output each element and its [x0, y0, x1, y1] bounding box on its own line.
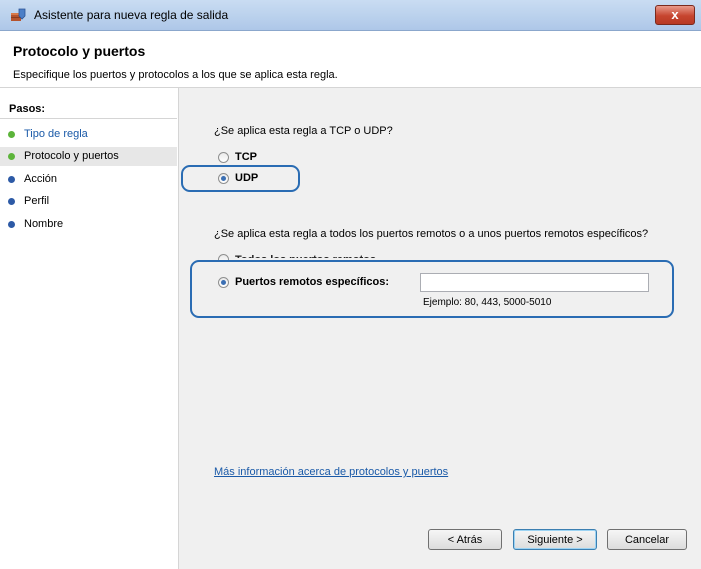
specific-ports-radio[interactable]: Puertos remotos específicos:: [218, 276, 408, 290]
steps-panel: Pasos: Tipo de regla Protocolo y puertos…: [0, 98, 177, 569]
cancel-button[interactable]: Cancelar: [607, 529, 687, 550]
step-label: Acción: [24, 173, 58, 185]
step-nombre: Nombre: [0, 215, 177, 234]
firewall-icon: [11, 8, 26, 21]
step-current-bullet-icon: [8, 153, 15, 160]
step-perfil: Perfil: [0, 192, 177, 211]
specific-ports-input[interactable]: [420, 273, 649, 292]
page-description: Especifique los puertos y protocolos a l…: [13, 69, 338, 81]
step-label: Nombre: [24, 218, 64, 230]
more-info-link[interactable]: Más información acerca de protocolos y p…: [214, 466, 448, 478]
close-button[interactable]: x: [655, 5, 695, 25]
step-pending-bullet-icon: [8, 221, 15, 228]
step-label: Perfil: [24, 195, 50, 207]
next-button[interactable]: Siguiente >: [513, 529, 597, 550]
tcp-radio[interactable]: TCP: [218, 151, 298, 165]
step-done-bullet-icon: [8, 131, 15, 138]
specific-ports-label: Puertos remotos específicos:: [235, 276, 390, 288]
title-bar: Asistente para nueva regla de salida x: [0, 0, 701, 31]
wizard-header: Protocolo y puertos Especifique los puer…: [0, 31, 701, 88]
step-tipo-de-regla[interactable]: Tipo de regla: [0, 125, 177, 144]
ports-example: Ejemplo: 80, 443, 5000-5010: [423, 297, 552, 308]
all-ports-label: Todos los puertos remotos: [235, 251, 376, 258]
step-protocolo-y-puertos: Protocolo y puertos: [0, 147, 177, 166]
steps-title: Pasos:: [0, 98, 177, 119]
protocol-question: ¿Se aplica esta regla a TCP o UDP?: [214, 125, 393, 137]
ports-question: ¿Se aplica esta regla a todos los puerto…: [214, 228, 649, 240]
step-label: Tipo de regla: [24, 128, 88, 140]
udp-radio[interactable]: UDP: [218, 172, 298, 186]
step-pending-bullet-icon: [8, 198, 15, 205]
back-button[interactable]: < Atrás: [428, 529, 502, 550]
step-accion: Acción: [0, 170, 177, 189]
page-title: Protocolo y puertos: [13, 43, 146, 59]
step-label: Protocolo y puertos: [24, 150, 119, 162]
radio-on-icon: [218, 173, 229, 184]
udp-label: UDP: [235, 172, 259, 184]
window-title: Asistente para nueva regla de salida: [34, 8, 229, 22]
radio-on-icon: [218, 277, 229, 288]
step-pending-bullet-icon: [8, 176, 15, 183]
tcp-label: TCP: [235, 151, 257, 163]
wizard-content: ¿Se aplica esta regla a TCP o UDP? TCP U…: [178, 88, 701, 569]
steps-title-label: Pasos:: [9, 103, 46, 115]
radio-off-icon: [218, 152, 229, 163]
